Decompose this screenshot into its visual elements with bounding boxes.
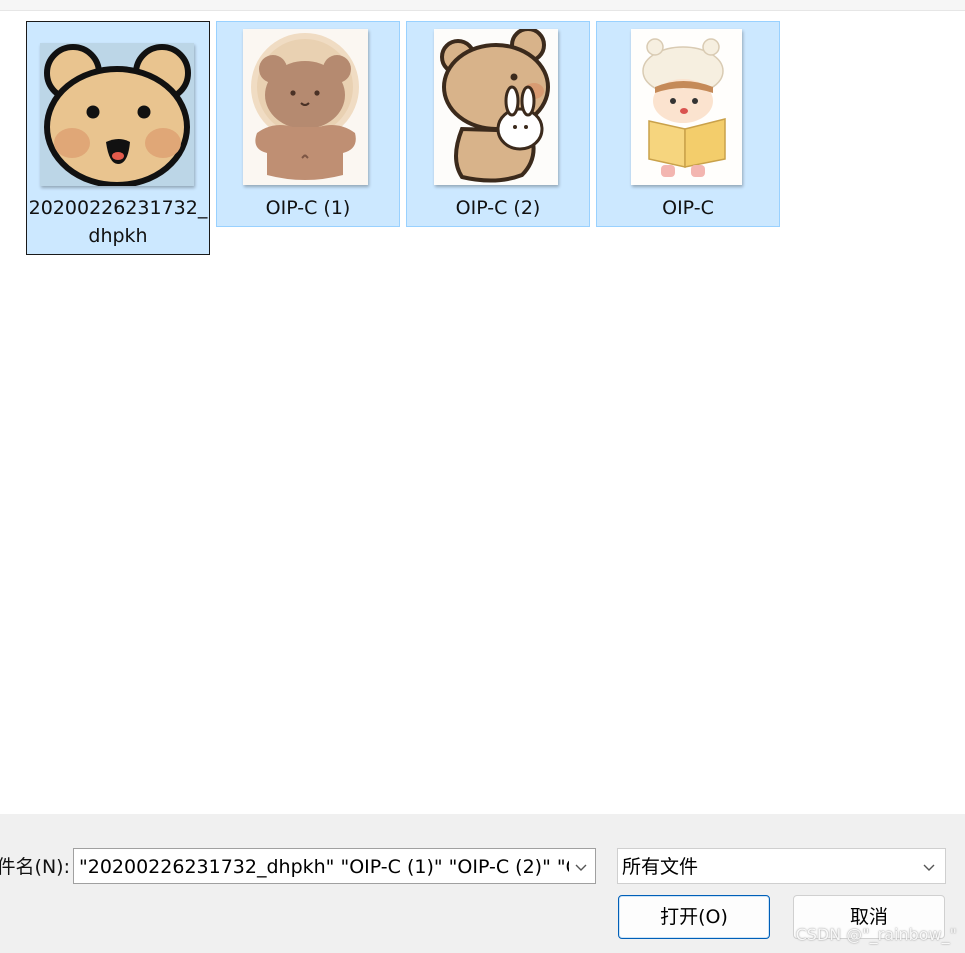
file-name-label: OIP-C (662, 197, 714, 219)
bear-face-thumbnail-icon (40, 43, 194, 186)
file-tile-20200226231732-dhpkh[interactable]: 20200226231732_dhpkh (26, 21, 210, 255)
file-tile-oip-c-2[interactable]: OIP-C (2) (406, 21, 590, 227)
filename-field[interactable]: "20200226231732_dhpkh" "OIP-C (1)" "OIP-… (73, 848, 596, 884)
file-name-label: OIP-C (2) (455, 197, 541, 219)
watermark: CSDN @"_rainbow_" (795, 925, 957, 944)
chevron-down-icon[interactable] (922, 860, 936, 874)
bear-with-bunny-thumbnail-icon (434, 29, 558, 185)
filetype-value: 所有文件 (622, 856, 699, 878)
chevron-down-icon[interactable] (574, 860, 588, 874)
file-tile-oip-c-1[interactable]: OIP-C (1) (216, 21, 400, 227)
top-strip (0, 0, 965, 11)
filetype-select[interactable]: 所有文件 (617, 848, 946, 884)
open-button[interactable]: 打开(O) (618, 895, 770, 939)
child-reading-thumbnail-icon (631, 29, 742, 185)
file-tile-oip-c[interactable]: OIP-C (596, 21, 780, 227)
file-name-label: OIP-C (1) (265, 197, 351, 219)
brown-bear-thumbnail-icon (243, 29, 368, 185)
file-name-label: 20200226231732_dhpkh (28, 197, 208, 247)
filename-value[interactable]: "20200226231732_dhpkh" "OIP-C (1)" "OIP-… (79, 855, 569, 879)
filename-label: 文件名(N): (0, 856, 70, 878)
